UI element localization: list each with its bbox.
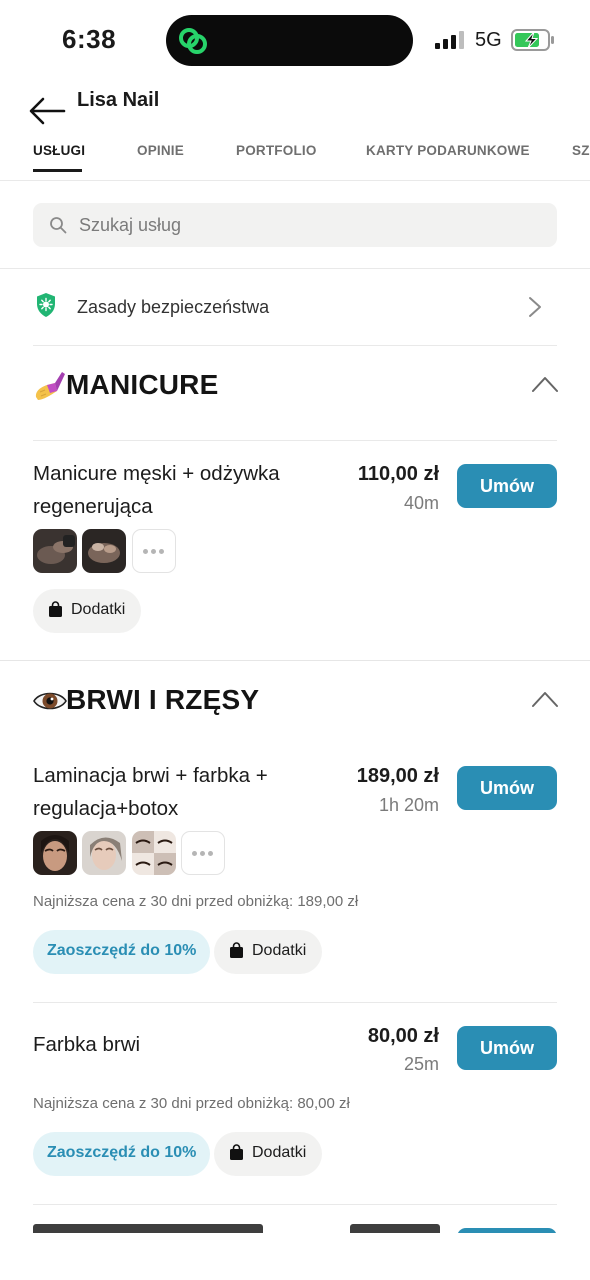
battery-charging-icon	[511, 29, 554, 51]
link-rings-icon	[179, 28, 207, 54]
active-tab-indicator	[33, 169, 82, 172]
addons-button[interactable]: Dodatki	[214, 1132, 322, 1176]
more-photos-button[interactable]	[132, 529, 176, 573]
service-name: Farbka brwi	[33, 1033, 141, 1056]
search-bar[interactable]	[33, 203, 557, 247]
tab-bar: USŁUGI OPINIE PORTFOLIO KARTY PODARUNKOW…	[0, 140, 590, 180]
network-type: 5G	[475, 29, 502, 51]
service-name: Manicure męski + odżywka regenerująca	[33, 462, 280, 518]
shopping-bag-icon	[230, 942, 243, 958]
service-name: Laminacja brwi + farbka + regulacja+boto…	[33, 764, 268, 820]
tab-services[interactable]: USŁUGI	[33, 143, 85, 158]
next-service-peek	[0, 1224, 590, 1233]
portfolio-thumbnail[interactable]	[33, 529, 77, 573]
chevron-right-icon	[529, 297, 541, 317]
addons-button[interactable]: Dodatki	[214, 930, 322, 974]
search-input[interactable]	[79, 203, 539, 247]
eye-icon	[33, 692, 67, 710]
lowest-price-note: Najniższa cena z 30 dni przed obniżką: 8…	[33, 1095, 350, 1112]
safety-rules-label: Zasady bezpieczeństwa	[77, 297, 270, 317]
portfolio-thumbnail[interactable]	[132, 831, 176, 875]
signal-icon	[435, 31, 464, 49]
chevron-up-icon	[532, 692, 558, 707]
section-separator	[0, 660, 590, 661]
lowest-price-note: Najniższa cena z 30 dni przed obniżką: 1…	[33, 893, 359, 910]
status-bar: 6:38 5G	[0, 0, 590, 80]
tab-more[interactable]: SZ	[572, 143, 590, 158]
search-divider	[0, 268, 590, 269]
header: Lisa Nail USŁUGI OPINIE PORTFOLIO KARTY …	[0, 80, 590, 180]
service-divider	[33, 1002, 557, 1003]
addons-label: Dodatki	[252, 942, 307, 959]
shopping-bag-icon	[49, 601, 62, 617]
portfolio-thumbnail[interactable]	[82, 831, 126, 875]
header-divider	[0, 180, 590, 181]
service-divider	[33, 1204, 557, 1205]
tab-reviews[interactable]: OPINIE	[137, 143, 184, 158]
section-title: MANICURE	[66, 369, 219, 400]
section-divider	[33, 440, 557, 441]
section-header-manicure[interactable]: MANICURE	[33, 365, 558, 409]
service-price: 80,00 zł	[367, 1025, 439, 1047]
dynamic-island	[166, 15, 413, 66]
safety-rules-row[interactable]: Zasady bezpieczeństwa	[33, 280, 557, 336]
page-title: Lisa Nail	[77, 89, 160, 111]
more-photos-button[interactable]	[181, 831, 225, 875]
book-button[interactable]: Umów	[457, 464, 557, 508]
service-duration: 40m	[403, 493, 439, 513]
section-title: BRWI I RZĘSY	[66, 684, 260, 715]
tab-portfolio[interactable]: PORTFOLIO	[236, 143, 317, 158]
shield-icon	[37, 293, 55, 317]
search-icon	[50, 217, 67, 234]
service-duration: 25m	[403, 1054, 439, 1074]
addons-button[interactable]: Dodatki	[33, 589, 141, 633]
safety-divider	[33, 345, 557, 346]
service-price: 189,00 zł	[356, 765, 439, 787]
shopping-bag-icon	[230, 1144, 243, 1160]
addons-label: Dodatki	[252, 1144, 307, 1161]
status-time: 6:38	[62, 24, 117, 54]
book-button[interactable]: Umów	[457, 766, 557, 810]
service-price: 110,00 zł	[357, 463, 439, 485]
nail-polish-icon	[35, 372, 65, 400]
discount-badge: Zaoszczędź do 10%	[33, 930, 211, 974]
section-header-brows-lashes[interactable]: BRWI I RZĘSY	[33, 680, 558, 724]
portfolio-thumbnail[interactable]	[82, 529, 126, 573]
tab-gift-cards[interactable]: KARTY PODARUNKOWE	[366, 143, 530, 158]
portfolio-thumbnail[interactable]	[33, 831, 77, 875]
back-arrow-icon[interactable]	[28, 96, 66, 126]
book-button[interactable]: Umów	[457, 1026, 557, 1070]
service-duration: 1h 20m	[378, 795, 439, 815]
addons-label: Dodatki	[71, 601, 126, 618]
chevron-up-icon	[532, 377, 558, 392]
discount-badge: Zaoszczędź do 10%	[33, 1132, 211, 1176]
